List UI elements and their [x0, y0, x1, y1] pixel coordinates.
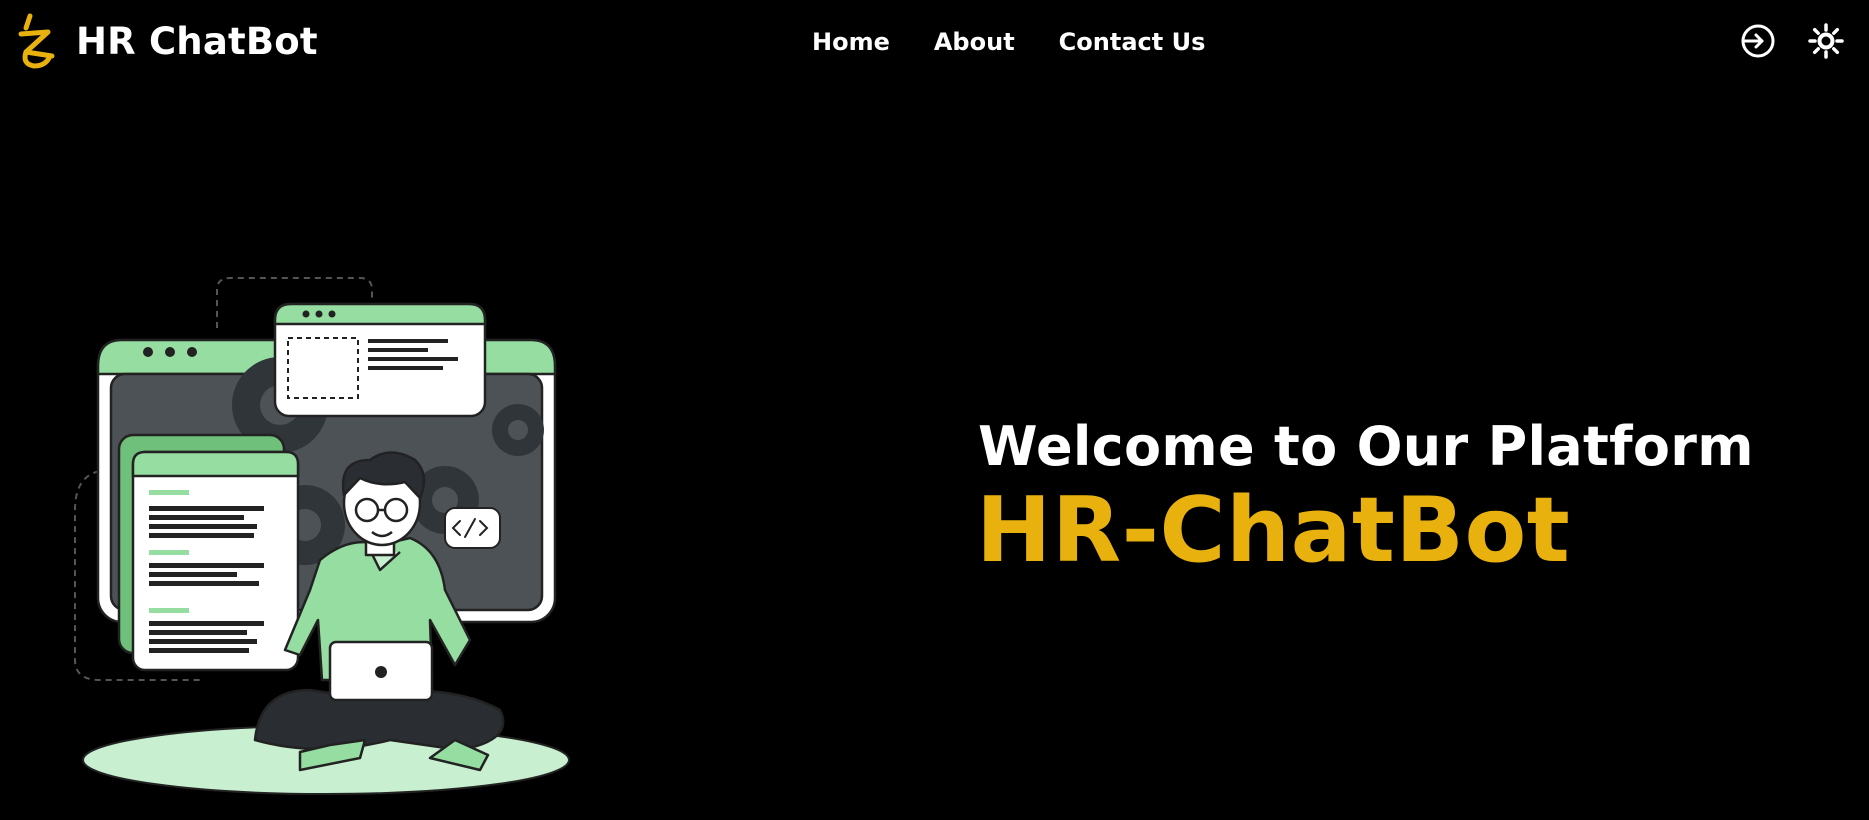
brand-link[interactable]: HR ChatBot [12, 12, 318, 70]
nav-icons [1711, 20, 1847, 62]
main-nav: Home About Contact Us [812, 26, 1205, 58]
navbar: HR ChatBot Home About Contact Us [0, 0, 1869, 84]
document-card-front [131, 450, 300, 672]
nav-link-about[interactable]: About [934, 26, 1015, 58]
brand-logo-icon [18, 13, 55, 69]
hero-title: HR-ChatBot [976, 478, 1571, 583]
nav-link-contact-us[interactable]: Contact Us [1059, 26, 1206, 58]
hero-illustration [74, 277, 570, 795]
nav-link-home[interactable]: Home [812, 26, 890, 58]
brand-name: HR ChatBot [76, 19, 318, 63]
theme-toggle-button[interactable] [1805, 20, 1847, 62]
sun-icon [1808, 23, 1844, 59]
login-button[interactable] [1737, 20, 1779, 62]
login-icon [1741, 24, 1775, 58]
hero-text: Welcome to Our Platform HR-ChatBot [976, 415, 1754, 583]
hero-subtitle: Welcome to Our Platform [978, 415, 1754, 478]
page: HR ChatBot Home About Contact Us Welcome… [0, 0, 1869, 820]
